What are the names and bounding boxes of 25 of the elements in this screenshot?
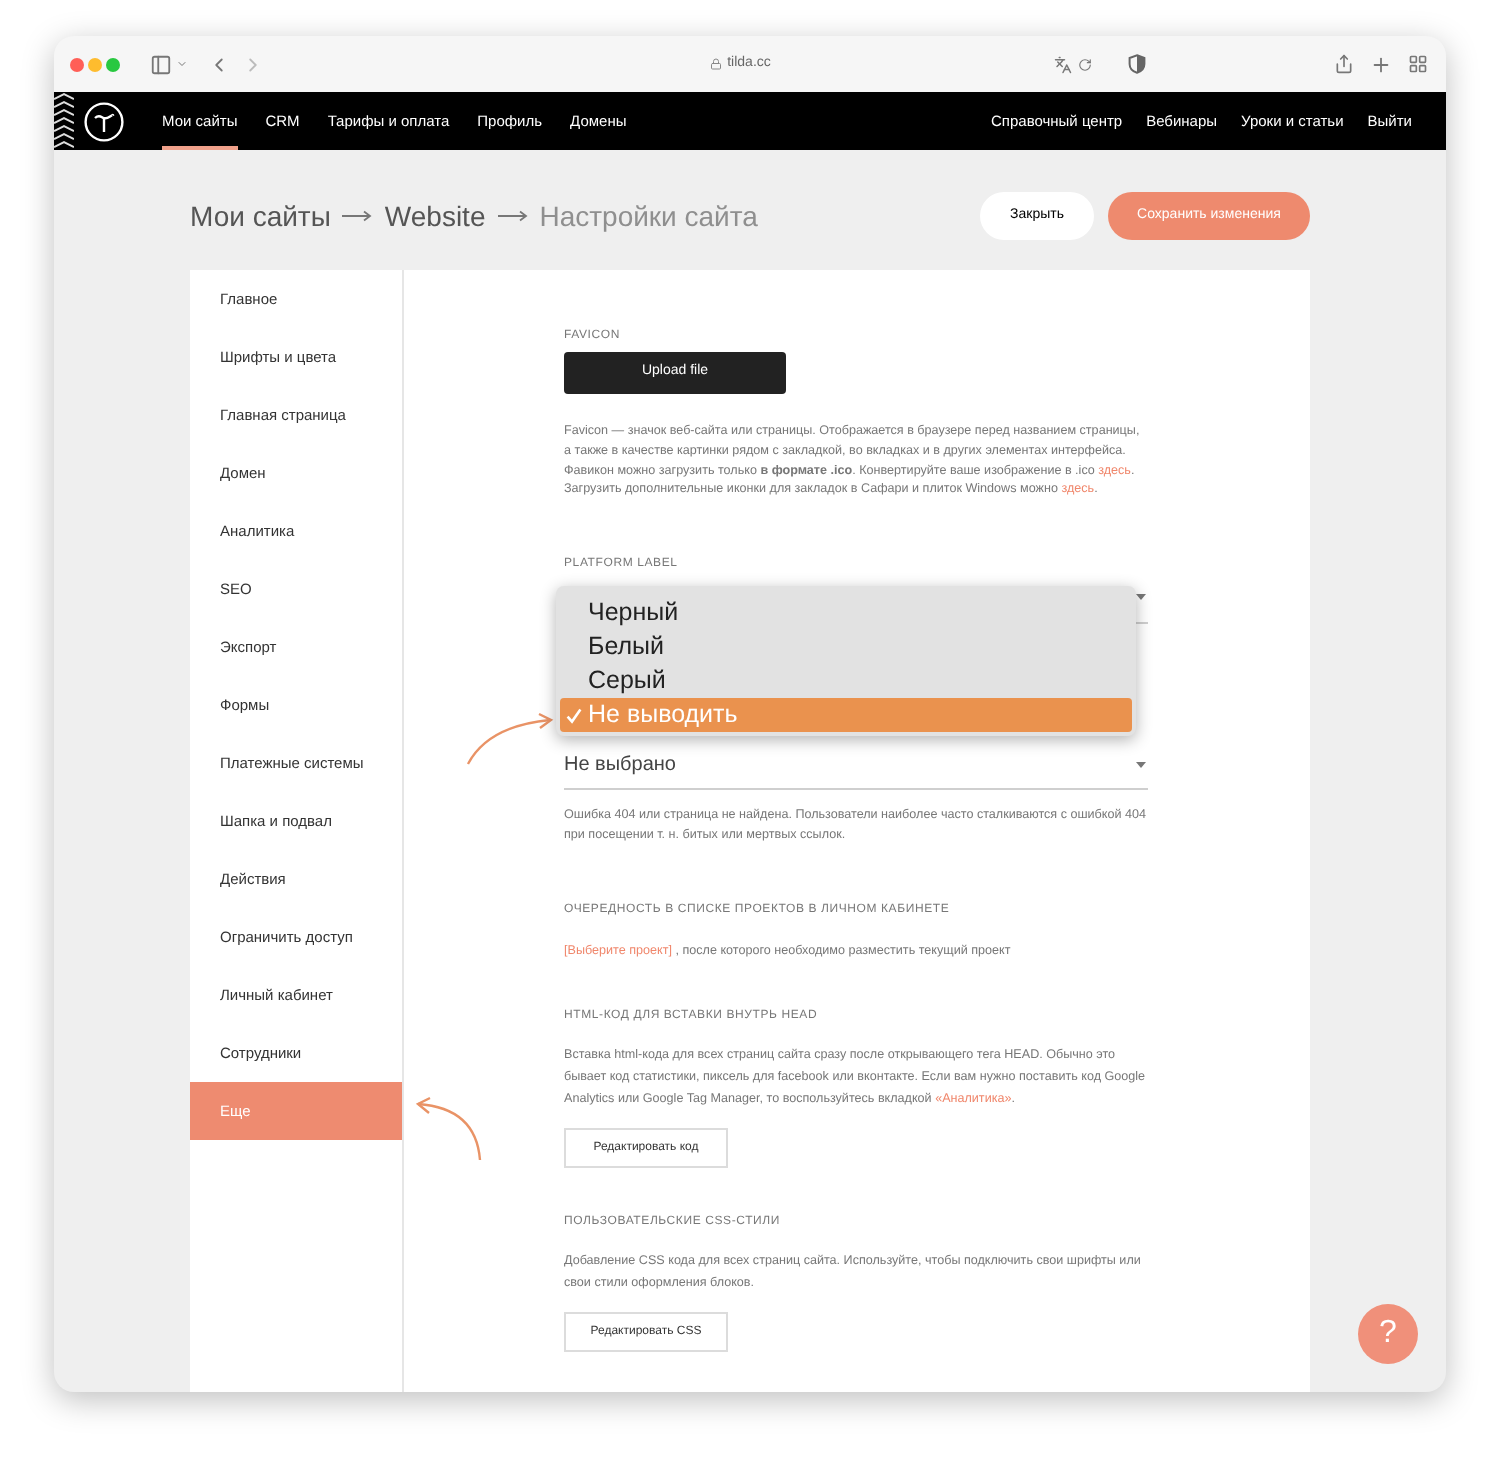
lock-icon: [709, 58, 722, 70]
dropdown-option[interactable]: Черный: [560, 596, 1132, 631]
annotation-arrow: [414, 1096, 486, 1164]
dropdown-option[interactable]: Белый: [560, 630, 1132, 665]
breadcrumb-link[interactable]: Мои сайты: [190, 195, 331, 237]
tabs-overview-icon[interactable]: [1408, 54, 1428, 74]
caret-icon: [1136, 762, 1146, 769]
select-field[interactable]: Не выбрано: [564, 742, 1148, 791]
caret-icon: [1136, 594, 1146, 601]
arrow-right-icon: [342, 210, 373, 222]
annotation-arrow: [464, 712, 556, 768]
zigzag-icon: [54, 92, 74, 150]
new-tab-icon[interactable]: [1370, 53, 1392, 75]
dropdown-option[interactable]: Серый: [560, 664, 1132, 699]
close-window-icon[interactable]: [70, 57, 84, 71]
shield-icon[interactable]: [1128, 54, 1147, 74]
arrow-right-icon: [497, 210, 528, 222]
logo-icon[interactable]: [84, 101, 124, 141]
breadcrumb-link[interactable]: Website: [384, 195, 486, 237]
translate-icon[interactable]: [1054, 55, 1073, 73]
check-icon: [566, 707, 582, 724]
sidebar-toggle-icon[interactable]: [150, 53, 172, 75]
reload-icon[interactable]: [1078, 57, 1093, 71]
breadcrumb-current: Настройки сайта: [539, 197, 758, 236]
share-icon[interactable]: [1334, 54, 1354, 74]
